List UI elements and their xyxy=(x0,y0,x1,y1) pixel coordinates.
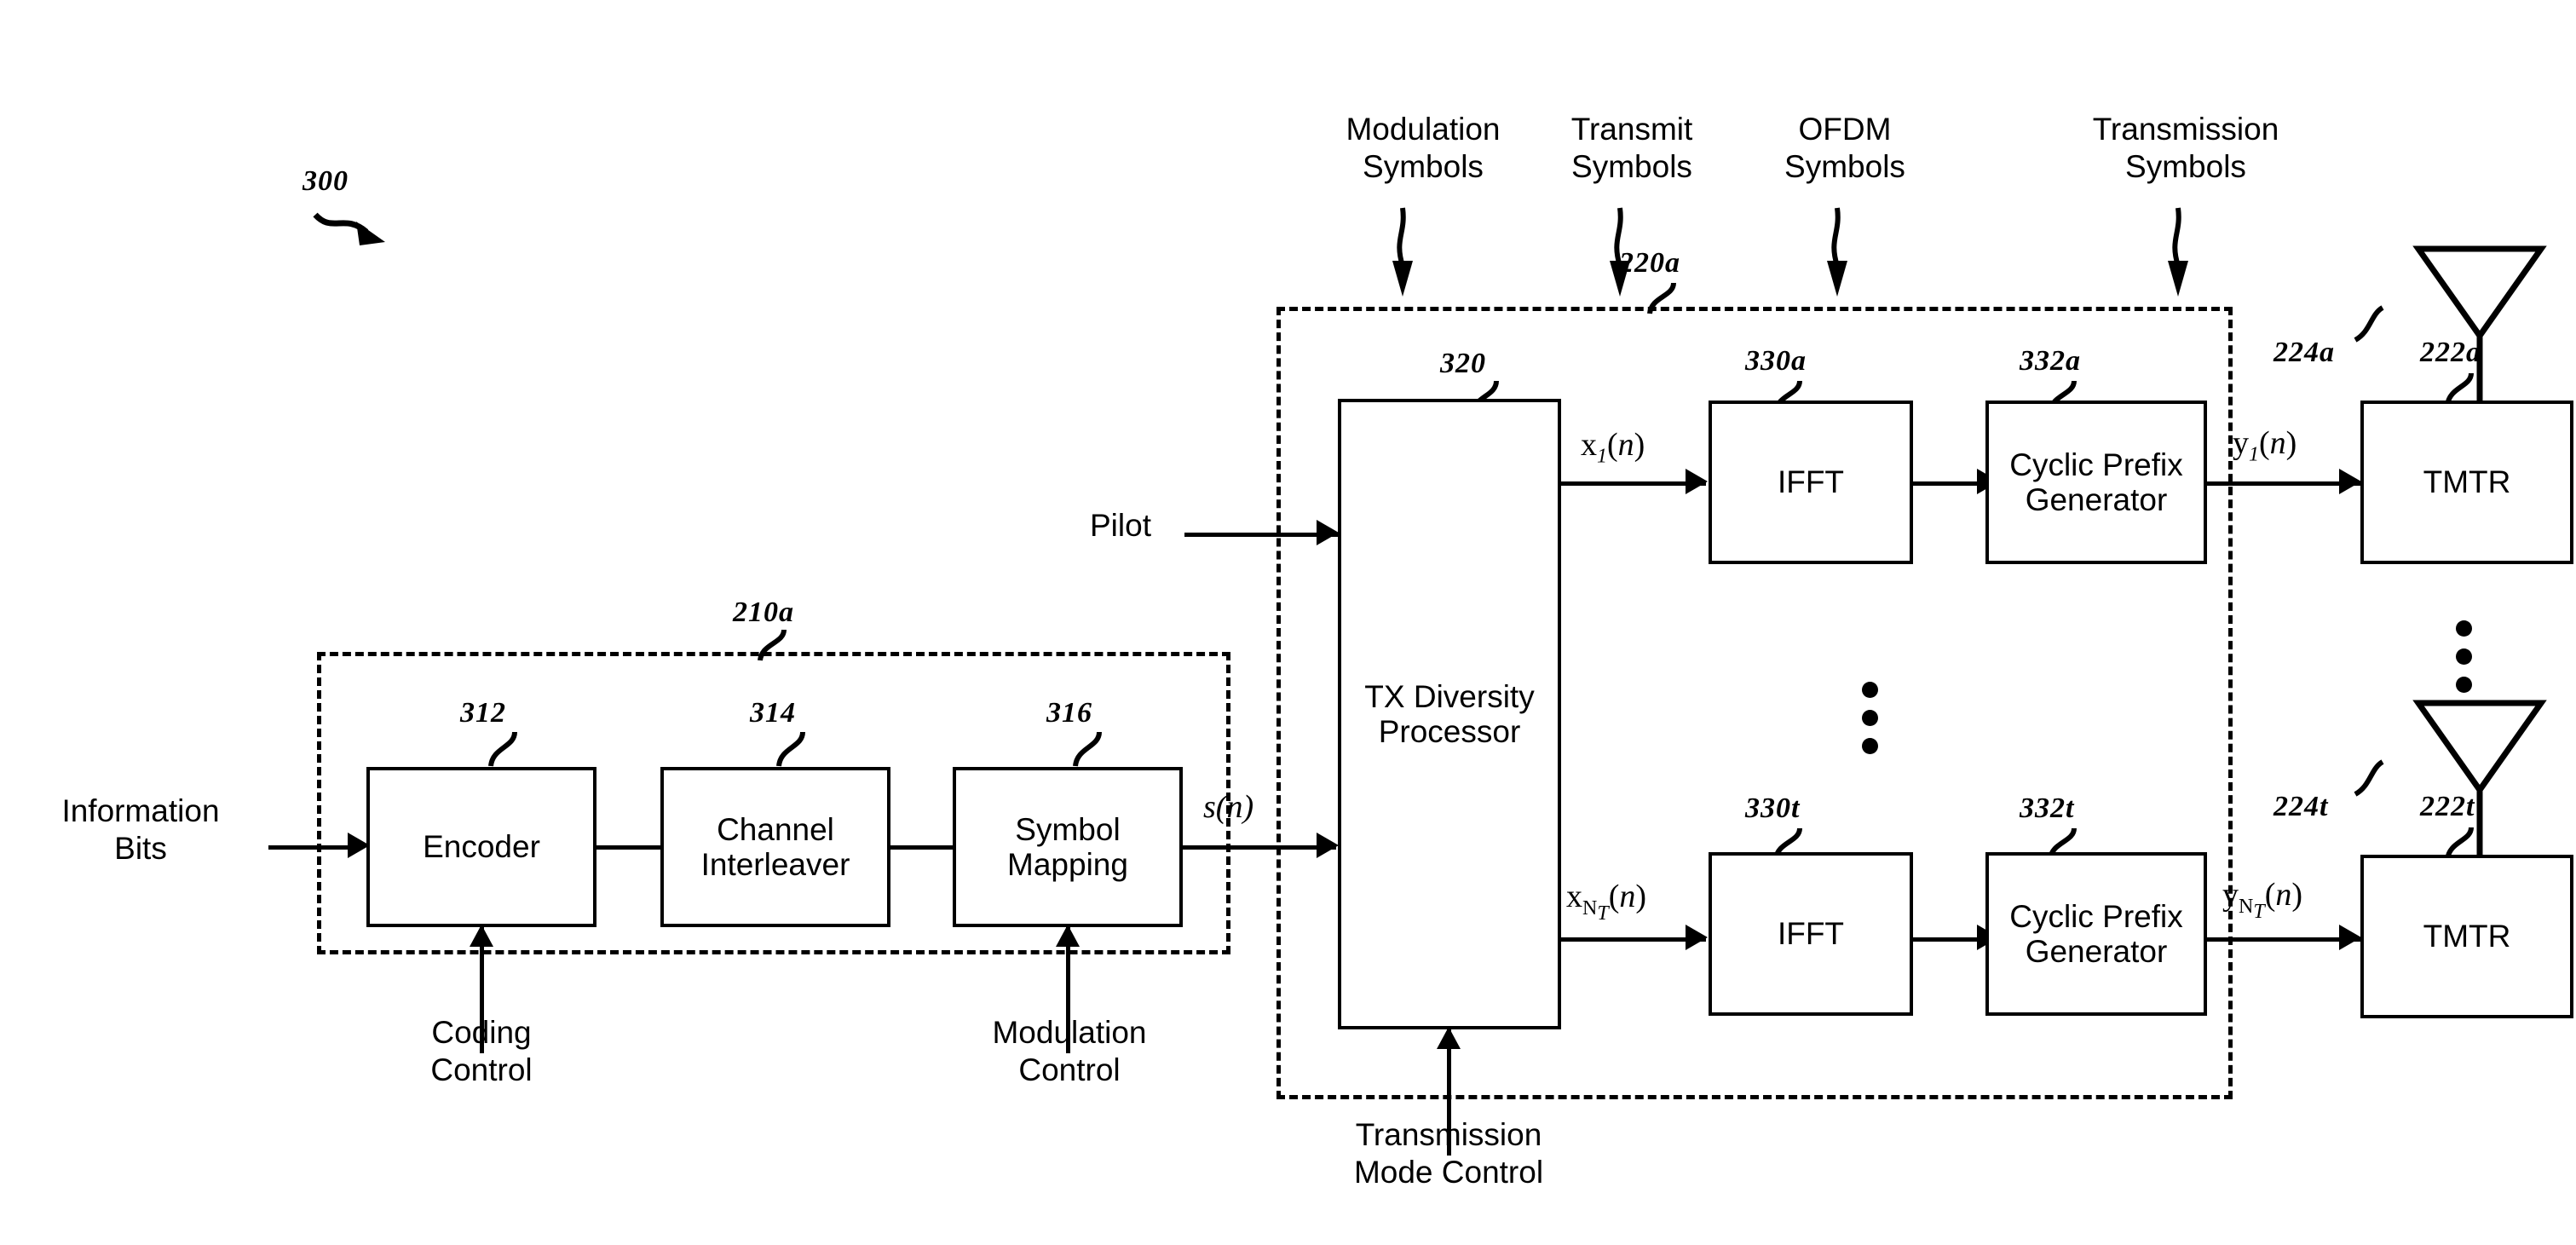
ref-332a: 332a xyxy=(2020,345,2081,377)
block-tx-diversity-processor-label: TX Diversity Processor xyxy=(1364,678,1535,749)
arrow-pilot-to-txdiv xyxy=(1317,520,1339,545)
block-cyclic-prefix-generator-a-label: Cyclic Prefix Generator xyxy=(2009,447,2183,517)
modulation-symbols-arrow xyxy=(1392,207,1413,297)
block-ifft-t[interactable]: IFFT xyxy=(1709,852,1913,1016)
block-ifft-a[interactable]: IFFT xyxy=(1709,401,1913,564)
block-tmtr-t[interactable]: TMTR xyxy=(2360,855,2573,1018)
ref-222t: 222t xyxy=(2420,791,2475,822)
block-cyclic-prefix-generator-t-label: Cyclic Prefix Generator xyxy=(2009,898,2183,969)
block-channel-interleaver-label: Channel Interleaver xyxy=(700,811,850,882)
wire-cyclic-to-tmtr-a xyxy=(2207,481,2360,486)
ref-220a: 220a xyxy=(1619,247,1680,279)
label-information-bits: Information Bits xyxy=(61,793,220,866)
signal-x1n: x1(n) xyxy=(1581,427,1645,468)
figure-canvas: 300 Modulation Symbols Transmit Symbols … xyxy=(0,0,2576,1245)
label-transmission-mode-control: Transmission Mode Control xyxy=(1353,1117,1544,1190)
block-symbol-mapping[interactable]: Symbol Mapping xyxy=(953,767,1183,927)
ref-224t: 224t xyxy=(2273,791,2329,822)
block-ifft-t-label: IFFT xyxy=(1777,916,1845,952)
block-encoder-label: Encoder xyxy=(423,829,540,865)
signal-yNTn: yNT(n) xyxy=(2222,877,2303,923)
arrow-cyclic-to-tmtr-a xyxy=(2339,469,2361,494)
block-tmtr-t-label: TMTR xyxy=(2423,919,2511,954)
arrow-transmission-mode-control xyxy=(1437,1027,1461,1049)
label-transmission-symbols: Transmission Symbols xyxy=(2092,112,2279,184)
label-pilot: Pilot xyxy=(1090,508,1151,543)
ref-210a: 210a xyxy=(733,597,794,628)
ref-210a-leader xyxy=(758,629,787,661)
ellipsis-chains xyxy=(1862,682,1878,754)
ref-224t-leader xyxy=(2354,759,2384,797)
wire-txdiv-to-ifft-a xyxy=(1561,481,1706,486)
ref-330t: 330t xyxy=(1745,793,1801,824)
label-modulation-symbols: Modulation Symbols xyxy=(1346,112,1501,184)
figure-number: 300 xyxy=(303,165,349,197)
block-tmtr-a-label: TMTR xyxy=(2423,464,2511,500)
wire-pilot-to-txdiv xyxy=(1184,533,1338,537)
ref-314: 314 xyxy=(750,697,796,729)
label-ofdm-symbols: OFDM Symbols xyxy=(1784,112,1905,184)
signal-sn: s(n) xyxy=(1203,789,1254,825)
ref-312: 312 xyxy=(460,697,506,729)
figure-number-leader xyxy=(313,212,385,245)
ref-332t: 332t xyxy=(2020,793,2075,824)
ref-220a-leader xyxy=(1647,282,1676,314)
arrow-coding-control xyxy=(470,925,493,947)
ref-224a-leader xyxy=(2354,305,2384,343)
ref-320: 320 xyxy=(1440,348,1486,379)
ref-316: 316 xyxy=(1046,697,1092,729)
block-tx-diversity-processor[interactable]: TX Diversity Processor xyxy=(1338,399,1561,1029)
arrow-txdiv-to-ifft-t xyxy=(1686,925,1708,950)
arrow-modulation-control xyxy=(1056,925,1080,947)
block-channel-interleaver[interactable]: Channel Interleaver xyxy=(660,767,890,927)
block-encoder[interactable]: Encoder xyxy=(366,767,596,927)
label-coding-control: Coding Control xyxy=(430,1015,533,1087)
ofdm-symbols-arrow xyxy=(1827,207,1847,297)
block-symbol-mapping-label: Symbol Mapping xyxy=(1007,811,1128,882)
wire-txdiv-to-ifft-t xyxy=(1561,937,1706,942)
label-transmit-symbols: Transmit Symbols xyxy=(1570,112,1693,184)
arrow-cyclic-to-tmtr-t xyxy=(2339,925,2361,950)
ref-330a: 330a xyxy=(1745,345,1807,377)
transmission-symbols-arrow xyxy=(2168,207,2188,297)
label-modulation-control: Modulation Control xyxy=(992,1015,1147,1087)
ellipsis-transmitters xyxy=(2456,620,2472,693)
signal-xNTn: xNT(n) xyxy=(1566,879,1647,925)
signal-y1n: y1(n) xyxy=(2233,425,2297,466)
block-cyclic-prefix-generator-t[interactable]: Cyclic Prefix Generator xyxy=(1985,852,2207,1016)
arrow-txdiv-to-ifft-a xyxy=(1686,469,1708,494)
block-ifft-a-label: IFFT xyxy=(1777,464,1845,500)
block-cyclic-prefix-generator-a[interactable]: Cyclic Prefix Generator xyxy=(1985,401,2207,564)
wire-cyclic-to-tmtr-t xyxy=(2207,937,2360,942)
ref-222a: 222a xyxy=(2420,337,2481,368)
wire-info-to-encoder xyxy=(268,845,354,850)
block-tmtr-a[interactable]: TMTR xyxy=(2360,401,2573,564)
